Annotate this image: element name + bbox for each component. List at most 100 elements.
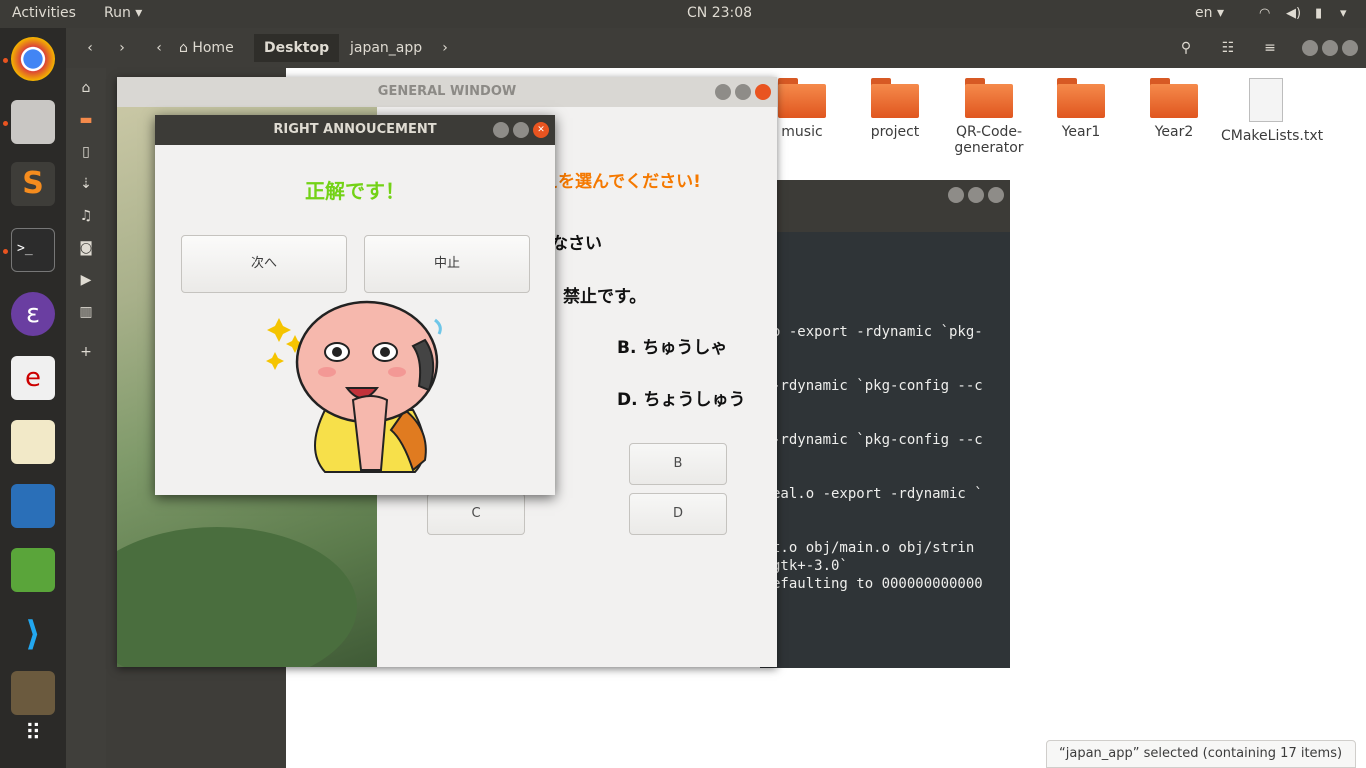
libreoffice-calc-icon[interactable] bbox=[11, 548, 55, 592]
answer-b-button[interactable]: B bbox=[629, 443, 727, 485]
breadcrumb-home[interactable]: ⌂ Home bbox=[169, 34, 244, 62]
add-icon[interactable]: + bbox=[76, 342, 96, 362]
language-label: en bbox=[1195, 5, 1213, 21]
vscode-icon[interactable]: ⟩ bbox=[11, 612, 55, 656]
sublime-text-icon[interactable]: S bbox=[11, 162, 55, 206]
back-button[interactable]: ‹ bbox=[78, 34, 102, 62]
emacs-icon[interactable]: ε bbox=[11, 292, 55, 336]
status-bar: “japan_app” selected (containing 17 item… bbox=[1046, 740, 1356, 768]
terminal-line: efaulting to 000000000000 bbox=[772, 576, 983, 592]
home-icon[interactable]: ⌂ bbox=[76, 78, 96, 98]
menu-icon[interactable]: ≡ bbox=[1258, 34, 1282, 62]
general-window-title: GENERAL WINDOW bbox=[117, 77, 777, 107]
folder-year2[interactable]: Year2 bbox=[1128, 78, 1220, 140]
minimize-icon[interactable] bbox=[715, 84, 731, 100]
folder-qr-code-generator[interactable]: QR-Code-generator bbox=[942, 78, 1036, 156]
running-indicator bbox=[3, 121, 8, 126]
terminal-line: t.o obj/main.o obj/strin bbox=[772, 540, 975, 556]
breadcrumb-home-label: Home bbox=[192, 40, 234, 56]
right-announcement-dialog: RIGHT ANNOUCEMENT ✕ 正解です！ 次へ 中止 bbox=[155, 115, 555, 495]
file-cmakelists[interactable]: CMakeLists.txt bbox=[1221, 78, 1323, 144]
breadcrumb-desktop[interactable]: Desktop bbox=[254, 34, 340, 62]
folder-project[interactable]: project bbox=[849, 78, 941, 140]
breadcrumb-japan-app[interactable]: japan_app bbox=[340, 34, 432, 62]
folder-icon[interactable]: ▬ bbox=[76, 110, 96, 130]
text-editor-icon[interactable] bbox=[11, 420, 55, 464]
terminal-line: o -export -rdynamic `pkg- bbox=[772, 324, 983, 340]
pdf-viewer-icon[interactable]: e bbox=[11, 356, 55, 400]
close-icon[interactable] bbox=[1342, 40, 1358, 56]
dock: S >_ ε e ⟩ ⠿ bbox=[0, 28, 66, 768]
maximize-icon[interactable] bbox=[735, 84, 751, 100]
option-b-text: B. ちゅうしゃ bbox=[617, 338, 728, 358]
question-line-2: 禁止です。 bbox=[563, 287, 647, 307]
minimize-icon[interactable] bbox=[948, 187, 964, 203]
language-indicator[interactable]: en ▾ bbox=[1195, 5, 1224, 21]
download-icon[interactable]: ⇣ bbox=[76, 174, 96, 194]
question-line-1: なさい bbox=[551, 234, 602, 254]
folder-icon bbox=[1150, 78, 1198, 118]
window-thumbnail-icon[interactable] bbox=[11, 671, 55, 715]
stop-button[interactable]: 中止 bbox=[364, 235, 530, 293]
folder-label: Year2 bbox=[1154, 124, 1194, 140]
file-manager-header: ‹ › ‹ ⌂ Home Desktop japan_app › ⚲ ☷ ≡ bbox=[66, 28, 1366, 68]
trash-icon[interactable]: ▥ bbox=[76, 302, 96, 322]
folder-icon bbox=[1057, 78, 1105, 118]
top-bar: Activities Run ▾ CN 23:08 en ▾ ◠ ◀) ▮ ▾ bbox=[0, 0, 1366, 28]
option-d-text: D. ちょうしゅう bbox=[617, 390, 746, 410]
terminal-line: eal.o -export -rdynamic ` bbox=[772, 486, 983, 502]
terminal-window: o -export -rdynamic `pkg- -rdynamic `pkg… bbox=[760, 180, 1010, 668]
forward-button[interactable]: › bbox=[110, 34, 134, 62]
breadcrumb-right-icon[interactable]: › bbox=[438, 34, 452, 62]
minimize-icon[interactable] bbox=[1302, 40, 1318, 56]
files-icon[interactable] bbox=[11, 100, 55, 144]
wifi-icon[interactable]: ◠ bbox=[1259, 6, 1270, 21]
folder-label: project bbox=[870, 124, 920, 140]
chrome-icon[interactable] bbox=[11, 37, 55, 81]
next-button[interactable]: 次へ bbox=[181, 235, 347, 293]
battery-icon[interactable]: ▮ bbox=[1315, 6, 1322, 21]
folder-icon bbox=[778, 78, 826, 118]
file-label: CMakeLists.txt bbox=[1221, 128, 1324, 144]
video-icon[interactable]: ▶ bbox=[76, 270, 96, 290]
terminal-line: -rdynamic `pkg-config --c bbox=[772, 378, 983, 394]
happy-character-illustration bbox=[266, 300, 442, 473]
system-menu-chevron-icon[interactable]: ▾ bbox=[1340, 6, 1347, 21]
close-icon[interactable] bbox=[755, 84, 771, 100]
text-file-icon bbox=[1249, 78, 1283, 122]
terminal-icon[interactable]: >_ bbox=[11, 228, 55, 272]
maximize-icon[interactable] bbox=[1322, 40, 1338, 56]
folder-icon bbox=[965, 78, 1013, 118]
folder-label: music bbox=[781, 124, 823, 140]
app-menu-label: Run bbox=[104, 5, 131, 21]
folder-icon bbox=[871, 78, 919, 118]
activities-button[interactable]: Activities bbox=[12, 5, 76, 21]
close-icon[interactable]: ✕ bbox=[533, 122, 549, 138]
maximize-icon[interactable] bbox=[513, 122, 529, 138]
maximize-icon[interactable] bbox=[968, 187, 984, 203]
clock[interactable]: CN 23:08 bbox=[687, 5, 752, 21]
terminal-line: gtk+-3.0` bbox=[772, 558, 848, 574]
sidebar: ⌂ ▬ ▯ ⇣ ♫ ◙ ▶ ▥ + bbox=[66, 68, 106, 768]
terminal-output[interactable]: o -export -rdynamic `pkg- -rdynamic `pkg… bbox=[760, 232, 1010, 668]
minimize-icon[interactable] bbox=[493, 122, 509, 138]
terminal-header bbox=[760, 180, 1010, 232]
folder-label: Year1 bbox=[1061, 124, 1101, 140]
search-icon[interactable]: ⚲ bbox=[1174, 34, 1198, 62]
view-options-icon[interactable]: ☷ bbox=[1216, 34, 1240, 62]
libreoffice-writer-icon[interactable] bbox=[11, 484, 55, 528]
answer-d-button[interactable]: D bbox=[629, 493, 727, 535]
show-applications-icon[interactable]: ⠿ bbox=[11, 712, 55, 756]
close-icon[interactable] bbox=[988, 187, 1004, 203]
breadcrumb-left-icon[interactable]: ‹ bbox=[152, 34, 166, 62]
camera-icon[interactable]: ◙ bbox=[76, 238, 96, 258]
volume-icon[interactable]: ◀) bbox=[1286, 6, 1301, 21]
correct-message: 正解です！ bbox=[305, 179, 405, 203]
music-icon[interactable]: ♫ bbox=[76, 206, 96, 226]
folder-label: QR-Code-generator bbox=[954, 124, 1024, 156]
document-icon[interactable]: ▯ bbox=[76, 142, 96, 162]
app-menu[interactable]: Run ▾ bbox=[104, 5, 142, 21]
folder-year1[interactable]: Year1 bbox=[1035, 78, 1127, 140]
question-instruction: えを選んでください! bbox=[541, 172, 701, 192]
answer-c-button[interactable]: C bbox=[427, 493, 525, 535]
